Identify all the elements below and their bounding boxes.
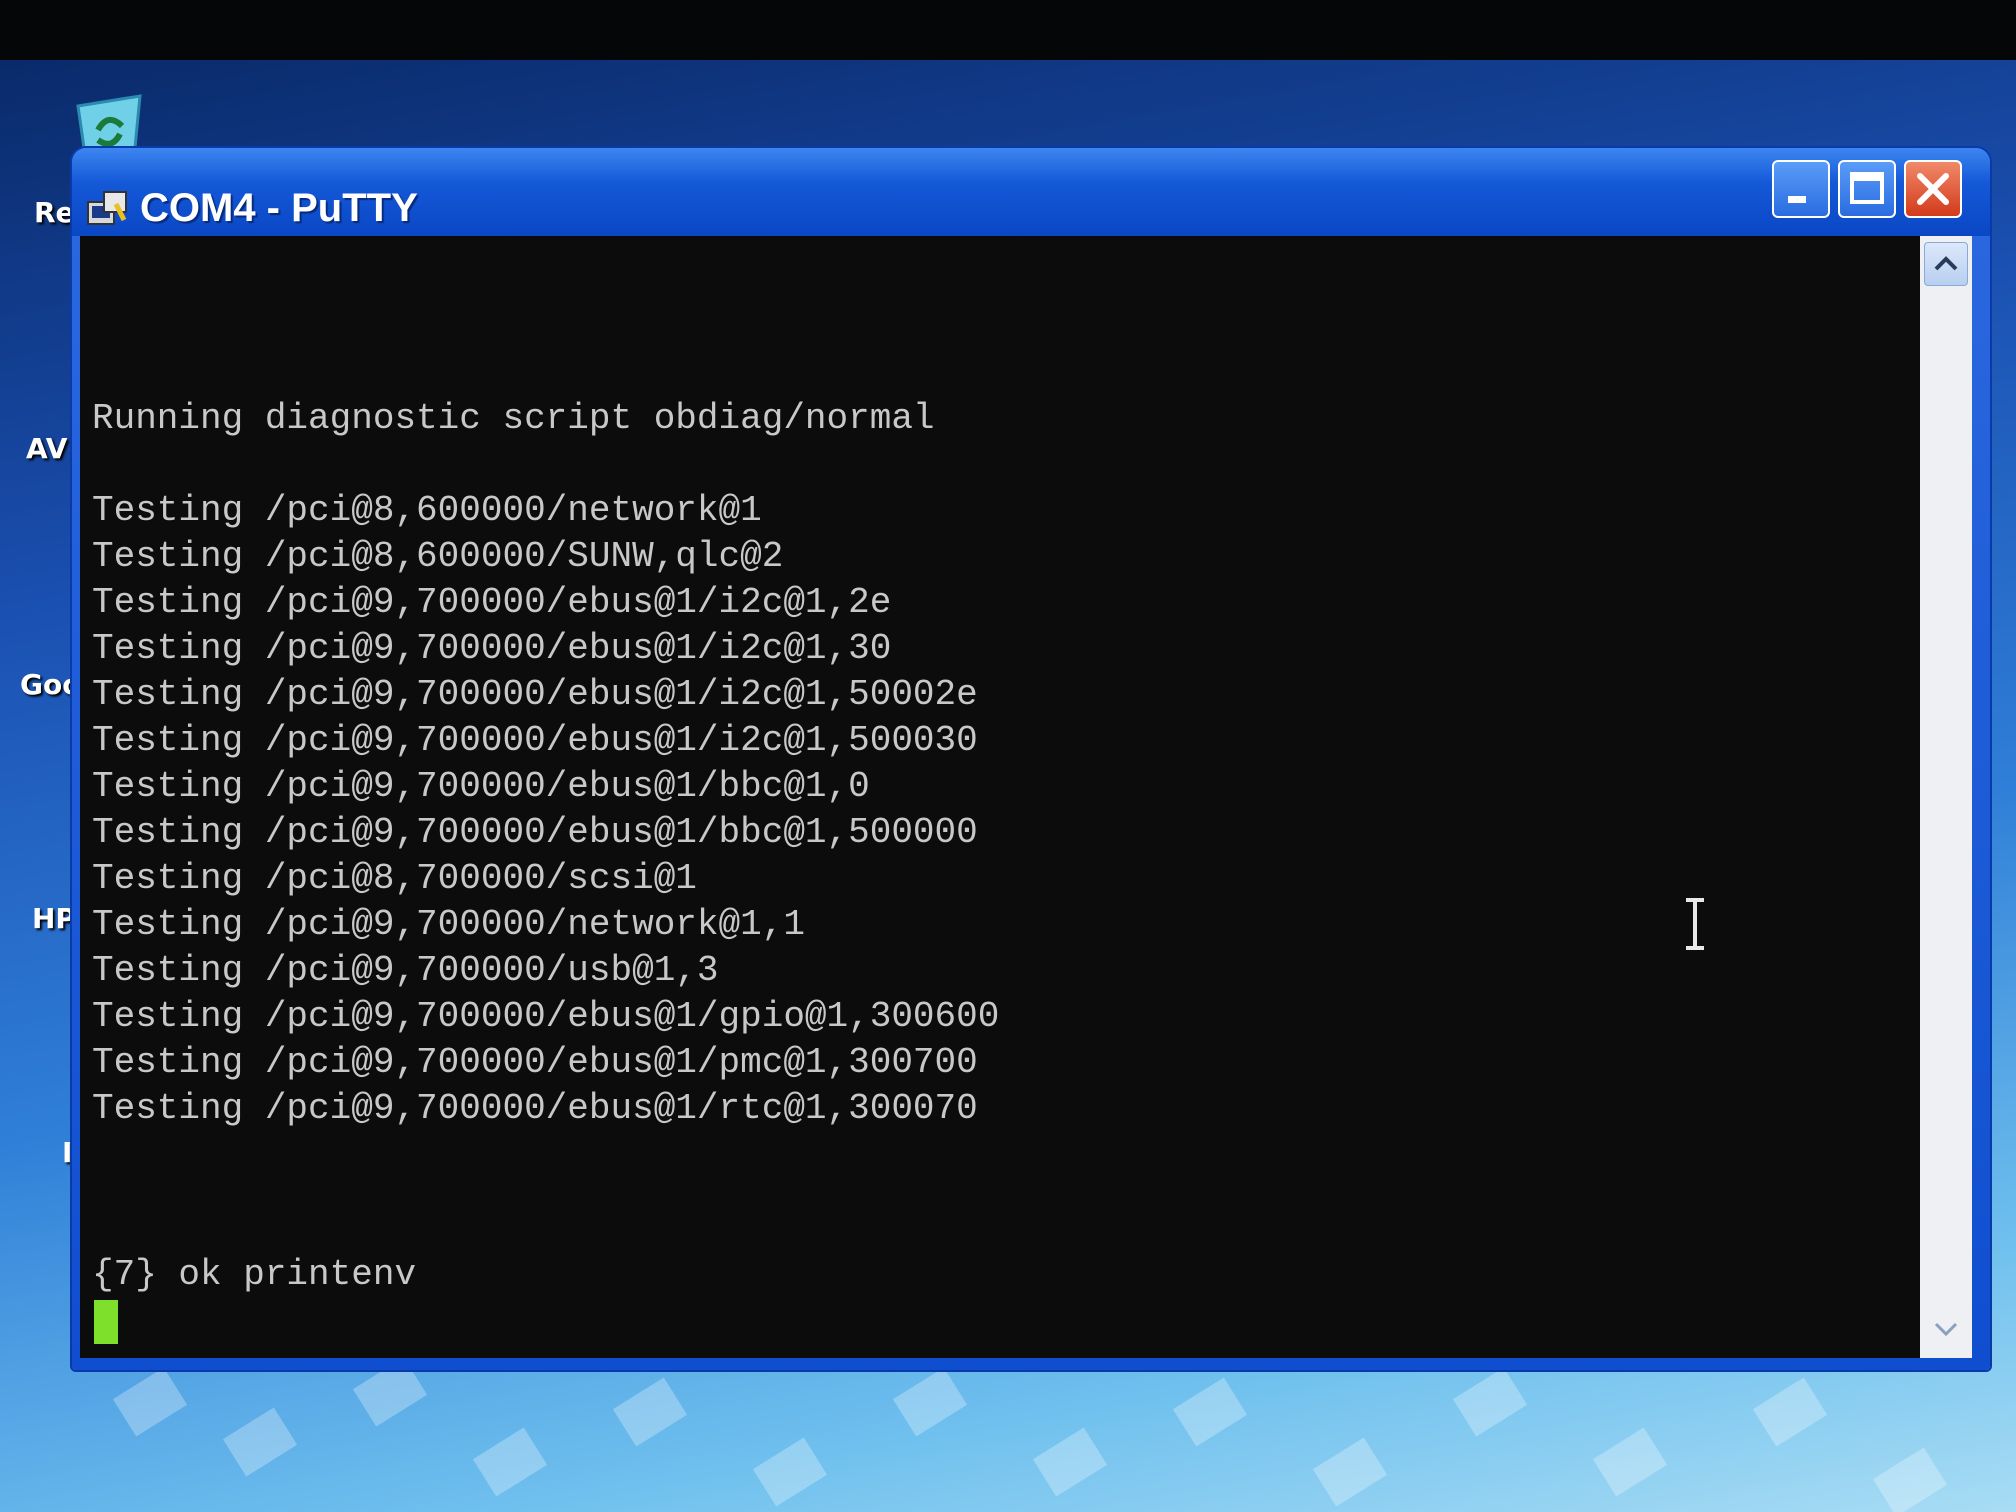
close-button[interactable] (1904, 160, 1962, 218)
terminal-line: Testing /pci@9,700000/ebus@1/pmc@1,30070… (92, 1042, 978, 1083)
minimize-icon (1788, 196, 1806, 203)
close-icon (1917, 173, 1949, 205)
ibeam-cursor-icon (1686, 898, 1704, 950)
scroll-down-button[interactable] (1924, 1308, 1968, 1352)
wallpaper-stripe (1312, 1437, 1388, 1507)
text-cursor (94, 1300, 118, 1344)
wallpaper-stripe (1752, 1377, 1828, 1447)
terminal-line: Testing /pci@9,700000/ebus@1/i2c@1,50002… (92, 674, 978, 715)
terminal-output: Running diagnostic script obdiag/normal … (92, 236, 1892, 1358)
wallpaper-stripe (892, 1367, 968, 1437)
vertical-scrollbar[interactable] (1920, 236, 1972, 1358)
desktop-icon-label[interactable]: Re (34, 196, 75, 229)
terminal-line: Testing /pci@9,700000/ebus@1/i2c@1,50003… (92, 720, 978, 761)
terminal-line: Testing /pci@9,700000/network@1,1 (92, 904, 805, 945)
terminal-line: Testing /pci@8,700000/scsi@1 (92, 858, 697, 899)
terminal-line: Testing /pci@9,700000/ebus@1/rtc@1,30007… (92, 1088, 978, 1129)
terminal-line: Testing /pci@9,700000/usb@1,3 (92, 950, 719, 991)
chevron-down-icon (1934, 1322, 1958, 1337)
terminal-line: Testing /pci@9,700000/ebus@1/i2c@1,30 (92, 628, 892, 669)
wallpaper-stripe (1032, 1427, 1108, 1497)
wallpaper-stripe (1592, 1427, 1668, 1497)
terminal-line: Testing /pci@9,700000/ebus@1/gpio@1,3006… (92, 996, 1000, 1037)
wallpaper-stripe (612, 1377, 688, 1447)
wallpaper-stripe (1172, 1377, 1248, 1447)
wallpaper-stripe (222, 1407, 298, 1477)
chevron-up-icon (1934, 256, 1958, 271)
wallpaper-stripe (752, 1437, 828, 1507)
scroll-up-button[interactable] (1924, 242, 1968, 286)
desktop-icon-label[interactable]: HP (32, 902, 76, 935)
screen: Re AV( Goo HP Ir COM4 - PuTTY (0, 0, 2016, 1512)
putty-window: COM4 - PuTTY Running diagnostic script o… (72, 148, 1990, 1370)
wallpaper-stripe (1452, 1367, 1528, 1437)
wallpaper-stripe (472, 1427, 548, 1497)
wallpaper-stripe (1872, 1447, 1948, 1512)
terminal-area[interactable]: Running diagnostic script obdiag/normal … (80, 236, 1920, 1358)
wallpaper-stripe (112, 1367, 188, 1437)
window-title: COM4 - PuTTY (140, 186, 418, 230)
terminal-prompt: {7} ok printenv (92, 1254, 417, 1295)
terminal-line: Testing /pci@9,700000/ebus@1/bbc@1,50000… (92, 812, 978, 853)
minimize-button[interactable] (1772, 160, 1830, 218)
putty-icon[interactable] (86, 190, 130, 230)
maximize-icon (1850, 172, 1884, 204)
maximize-button[interactable] (1838, 160, 1896, 218)
terminal-line: Testing /pci@9,700000/ebus@1/bbc@1,0 (92, 766, 870, 807)
terminal-line: Running diagnostic script obdiag/normal (92, 398, 935, 439)
terminal-line: Testing /pci@9,700000/ebus@1/i2c@1,2e (92, 582, 892, 623)
terminal-line: Testing /pci@8,600000/network@1 (92, 490, 762, 531)
terminal-line: Testing /pci@8,600000/SUNW,qlc@2 (92, 536, 784, 577)
title-bar[interactable]: COM4 - PuTTY (72, 148, 1990, 236)
